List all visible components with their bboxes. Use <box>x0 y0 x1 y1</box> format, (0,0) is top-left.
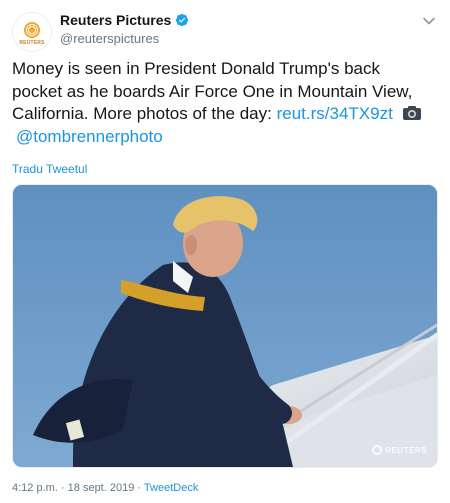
tweet-card: REUTERS Reuters Pictures @reuterspicture… <box>0 0 450 503</box>
tweet-mention[interactable]: @tombrennerphoto <box>16 127 163 146</box>
display-name-text: Reuters Pictures <box>60 12 172 28</box>
meta-separator: · <box>60 482 65 494</box>
reuters-watermark-icon <box>372 445 383 455</box>
tweet-text: Money is seen in President Donald Trump'… <box>12 58 432 148</box>
tweet-photo[interactable]: REUTERS <box>12 184 438 468</box>
avatar[interactable]: REUTERS <box>12 12 52 52</box>
tweet-source[interactable]: TweetDeck <box>144 482 198 494</box>
meta-separator-2: · <box>137 482 142 494</box>
photo-watermark: REUTERS <box>372 445 427 455</box>
tweet-link[interactable]: reut.rs/34TX9zt <box>277 104 393 123</box>
display-name[interactable]: Reuters Pictures <box>60 12 189 28</box>
tweet-time[interactable]: 4:12 p.m. <box>12 482 58 494</box>
tweet-date[interactable]: 18 sept. 2019 <box>68 482 135 494</box>
photo-illustration <box>13 185 437 467</box>
account-handle[interactable]: @reuterspictures <box>60 31 159 46</box>
translate-tweet-link[interactable]: Tradu Tweetul <box>12 162 87 176</box>
verified-badge-icon <box>176 13 189 27</box>
tweet-meta: 4:12 p.m. · 18 sept. 2019 · TweetDeck <box>12 482 198 494</box>
camera-icon <box>402 106 421 120</box>
reuters-logo-icon <box>24 21 40 38</box>
chevron-down-icon[interactable] <box>422 14 436 28</box>
avatar-brand-text: REUTERS <box>19 39 45 46</box>
watermark-text: REUTERS <box>385 445 427 455</box>
